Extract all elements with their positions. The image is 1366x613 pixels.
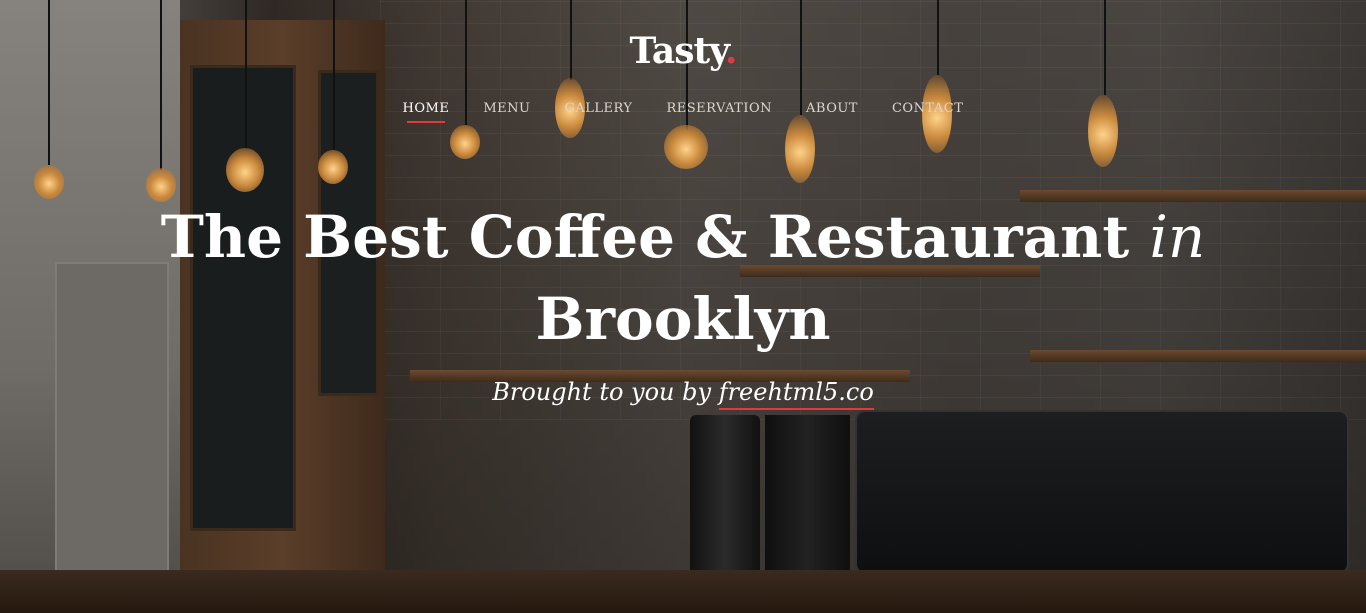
pendant-bulb [664, 125, 708, 169]
nav-link-about[interactable]: ABOUT [806, 101, 858, 122]
light-cord [333, 0, 335, 150]
nav-item-menu: MENU [483, 97, 530, 122]
light-cord [160, 0, 162, 170]
hero-subtitle: Brought to you by freehtml5.co [0, 378, 1366, 410]
nav-item-gallery: GALLERY [564, 97, 632, 122]
logo-dot: . [724, 30, 738, 72]
credit-link[interactable]: freehtml5.co [718, 378, 874, 410]
nav-link-reservation[interactable]: RESERVATION [666, 101, 772, 122]
headline-line2-text: Brooklyn [535, 285, 831, 353]
pendant-bulb [785, 115, 815, 183]
counter [0, 570, 1366, 613]
pendant-bulb [318, 150, 348, 184]
logo-text: Tasty [629, 30, 726, 72]
headline-main-text: The Best Coffee & Restaurant [160, 203, 1150, 271]
nav-item-about: ABOUT [806, 97, 858, 122]
nav-item-reservation: RESERVATION [666, 97, 772, 122]
subtitle-prefix: Brought to you by [492, 378, 719, 406]
site-logo[interactable]: Tasty. [0, 30, 1366, 72]
light-cord [48, 0, 50, 165]
hero-section: Tasty. HOME MENU GALLERY RESERVATION ABO… [0, 0, 1366, 613]
pendant-bulb [34, 165, 64, 199]
hero-headline: The Best Coffee & Restaurant in Brooklyn [0, 196, 1366, 360]
nav-link-contact[interactable]: CONTACT [892, 101, 963, 122]
espresso-machine [855, 410, 1349, 574]
main-nav: HOME MENU GALLERY RESERVATION ABOUT CONT… [0, 97, 1366, 122]
nav-link-gallery[interactable]: GALLERY [564, 101, 632, 122]
pendant-bulb [450, 125, 480, 159]
nav-item-home: HOME [403, 97, 450, 122]
nav-item-contact: CONTACT [892, 97, 963, 122]
light-cord [245, 0, 247, 150]
nav-link-home[interactable]: HOME [403, 101, 450, 122]
headline-in-text: in [1149, 203, 1206, 271]
pendant-bulb [226, 148, 264, 192]
nav-link-menu[interactable]: MENU [483, 101, 530, 122]
